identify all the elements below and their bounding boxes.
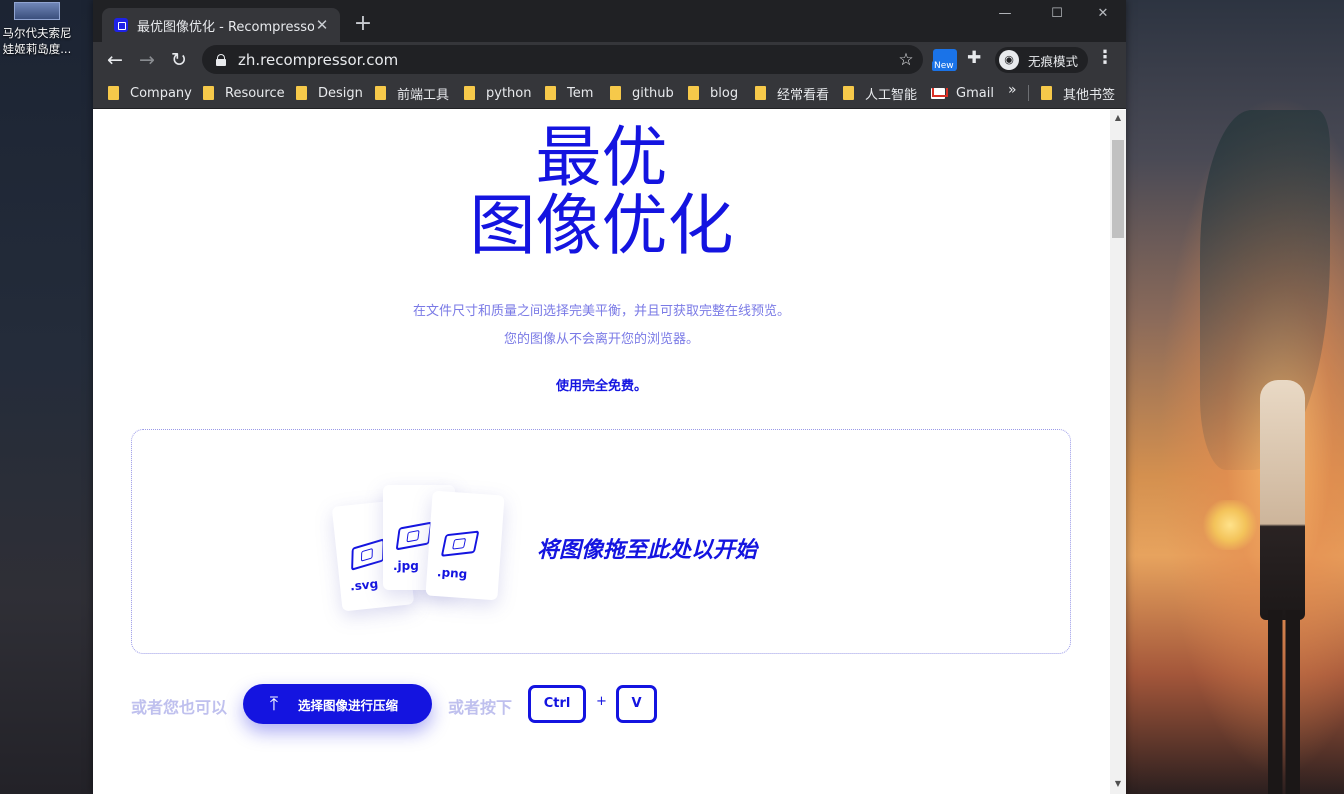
ctrl-key: Ctrl: [528, 685, 586, 723]
extensions-puzzle-icon[interactable]: ✚: [967, 48, 981, 68]
back-button[interactable]: ←: [101, 46, 129, 74]
browser-window: 最优图像优化 - Recompressor ✕ + — ☐ ✕ ← → ↻ zh…: [93, 0, 1126, 794]
bookmark-tem[interactable]: Tem: [545, 83, 593, 103]
folder-icon: [375, 86, 386, 100]
page-subtitle: 在文件尺寸和质量之间选择完美平衡，并且可获取完整在线预览。 您的图像从不会离开您…: [93, 298, 1110, 354]
forward-button[interactable]: →: [133, 46, 161, 74]
or-you-can-text: 或者您也可以: [131, 698, 228, 717]
active-tab[interactable]: 最优图像优化 - Recompressor ✕: [102, 8, 340, 42]
page-title: 最优 图像优化: [93, 124, 1110, 260]
bookmark-read-often[interactable]: 经常看看: [755, 83, 829, 103]
close-window-button[interactable]: ✕: [1080, 4, 1126, 24]
bookmark-frontend-tools[interactable]: 前端工具: [375, 83, 449, 103]
folder-icon: [545, 86, 556, 100]
title-bar: 最优图像优化 - Recompressor ✕ + — ☐ ✕: [93, 0, 1126, 42]
minimize-button[interactable]: —: [982, 4, 1028, 24]
bookmarks-divider: [1028, 85, 1029, 101]
desktop-shortcut[interactable]: 马尔代夫索尼 娃姬莉岛度...: [0, 0, 74, 57]
incognito-indicator[interactable]: ◉ 无痕模式: [995, 47, 1089, 73]
recompressor-favicon-icon: [114, 18, 128, 32]
desktop-background-left: [0, 0, 93, 794]
v-key: V: [616, 685, 657, 723]
or-press-text: 或者按下: [448, 698, 513, 717]
page-viewport: 最优 图像优化 在文件尺寸和质量之间选择完美平衡，并且可获取完整在线预览。 您的…: [93, 110, 1110, 794]
bookmark-python[interactable]: python: [464, 83, 531, 103]
free-note: 使用完全免费。: [555, 379, 647, 394]
gmail-icon: [931, 87, 945, 99]
bookmark-design[interactable]: Design: [296, 83, 363, 103]
image-file-icon: [440, 530, 480, 557]
page-title-line-1: 最优: [535, 119, 668, 196]
desktop-shortcut-label: 马尔代夫索尼 娃姬莉岛度...: [2, 26, 72, 56]
upload-arrow-icon: ⤒: [269, 693, 279, 715]
desktop-shortcut-thumbnail-icon: [14, 2, 60, 20]
extension-new-icon[interactable]: New: [932, 49, 957, 71]
page-title-line-2: 图像优化: [469, 187, 734, 264]
lock-icon[interactable]: [216, 53, 226, 66]
subtitle-line-1: 在文件尺寸和质量之间选择完美平衡，并且可获取完整在线预览。: [412, 304, 790, 319]
png-extension-label: .png: [436, 565, 468, 582]
image-file-icon: [395, 521, 433, 551]
image-file-icon: [351, 538, 385, 571]
maximize-button[interactable]: ☐: [1034, 4, 1080, 24]
bookmark-github[interactable]: github: [610, 83, 674, 103]
scroll-down-icon[interactable]: ▼: [1110, 776, 1126, 792]
png-file-card: .png: [425, 490, 505, 601]
folder-icon: [108, 86, 119, 100]
extension-new-badge: New: [932, 61, 956, 71]
scroll-up-icon[interactable]: ▲: [1110, 110, 1126, 126]
folder-icon: [1041, 86, 1052, 100]
address-bar[interactable]: zh.recompressor.com ☆: [202, 45, 923, 74]
bookmark-gmail[interactable]: Gmail: [931, 83, 994, 103]
scrollbar-thumb[interactable]: [1112, 140, 1124, 238]
subtitle-line-2: 您的图像从不会离开您的浏览器。: [503, 332, 699, 347]
dropzone-instruction: 将图像拖至此处以开始: [537, 538, 758, 563]
bookmark-ai[interactable]: 人工智能: [843, 83, 917, 103]
folder-icon: [610, 86, 621, 100]
folder-icon: [688, 86, 699, 100]
file-type-illustration: .svg .jpg .png: [331, 485, 537, 625]
bookmarks-bar: Company Resource Design 前端工具 python Tem …: [93, 77, 1126, 109]
bookmark-blog[interactable]: blog: [688, 83, 738, 103]
reload-button[interactable]: ↻: [165, 46, 193, 74]
tab-title: 最优图像优化 - Recompressor: [137, 19, 314, 35]
bookmarks-overflow-icon[interactable]: »: [1008, 82, 1017, 98]
upload-actions: 或者您也可以 ⤒ 选择图像进行压缩 或者按下 Ctrl + V: [131, 684, 1071, 724]
browser-toolbar: ← → ↻ zh.recompressor.com ☆ New ✚ ◉ 无痕模式…: [93, 42, 1126, 77]
wallpaper-figure: [1190, 110, 1330, 794]
folder-icon: [203, 86, 214, 100]
svg-extension-label: .svg: [349, 576, 379, 594]
bookmark-company[interactable]: Company: [108, 83, 192, 103]
plus-sign: +: [596, 694, 607, 709]
select-image-button[interactable]: ⤒ 选择图像进行压缩: [243, 684, 432, 724]
folder-icon: [843, 86, 854, 100]
folder-icon: [464, 86, 475, 100]
browser-menu-icon[interactable]: ⋮: [1095, 47, 1115, 68]
incognito-icon: ◉: [999, 50, 1019, 70]
folder-icon: [755, 86, 766, 100]
jpg-extension-label: .jpg: [393, 559, 419, 573]
image-dropzone[interactable]: .svg .jpg .png 将图像拖至此处以开始: [131, 429, 1071, 654]
incognito-label: 无痕模式: [1028, 53, 1079, 69]
tab-close-icon[interactable]: ✕: [314, 16, 330, 34]
address-url[interactable]: zh.recompressor.com: [238, 51, 889, 69]
new-tab-button[interactable]: +: [351, 10, 375, 38]
select-image-label: 选择图像进行压缩: [298, 697, 399, 713]
bookmark-resource[interactable]: Resource: [203, 83, 285, 103]
page-scrollbar[interactable]: ▲ ▼: [1110, 110, 1126, 794]
bookmark-star-icon[interactable]: ☆: [889, 50, 923, 70]
bookmark-other[interactable]: 其他书签: [1041, 83, 1115, 103]
folder-icon: [296, 86, 307, 100]
